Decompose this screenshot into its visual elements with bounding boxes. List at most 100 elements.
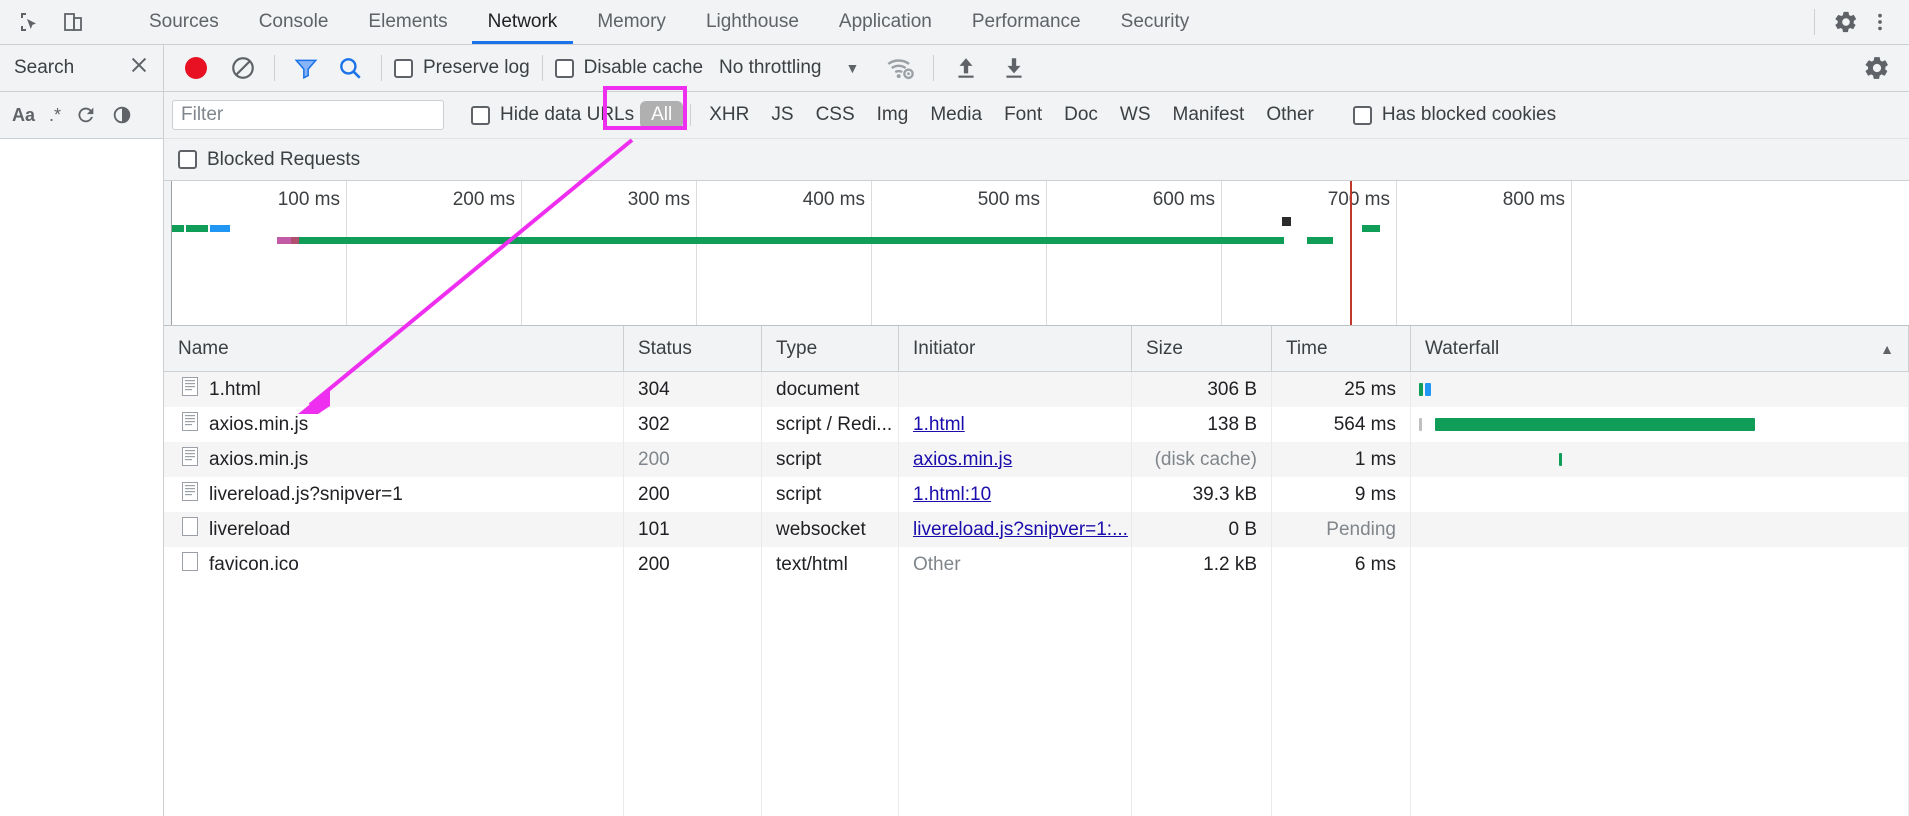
overview-tick: 800 ms xyxy=(1397,181,1572,325)
table-row[interactable]: livereload.js?snipver=1 200 script 1.htm… xyxy=(164,477,1909,512)
row-waterfall-cell xyxy=(1411,477,1909,512)
disable-cache-box[interactable] xyxy=(554,58,574,78)
column-header-size[interactable]: Size xyxy=(1132,326,1272,371)
column-header-time[interactable]: Time xyxy=(1272,326,1411,371)
hide-data-urls-checkbox[interactable]: Hide data URLs xyxy=(471,104,634,126)
filter-type-xhr[interactable]: XHR xyxy=(698,101,760,129)
row-type-cell: websocket xyxy=(762,512,899,547)
network-conditions-icon[interactable] xyxy=(881,49,921,87)
record-button[interactable] xyxy=(176,48,216,88)
row-initiator-cell[interactable]: axios.min.js xyxy=(899,442,1132,477)
row-name-cell[interactable]: livereload.js?snipver=1 xyxy=(164,477,624,512)
filter-type-all[interactable]: All xyxy=(640,101,684,129)
filter-input[interactable] xyxy=(172,100,444,130)
network-toolbar: Preserve log Disable cache No throttling… xyxy=(164,45,1909,92)
row-initiator-link[interactable]: 1.html xyxy=(913,414,965,436)
overview-canvas[interactable]: 100 ms 200 ms 300 ms 400 ms 500 ms 600 m… xyxy=(172,181,1909,325)
refresh-button[interactable] xyxy=(75,104,97,126)
search-icon[interactable] xyxy=(331,49,369,87)
row-initiator-link[interactable]: axios.min.js xyxy=(913,449,1012,471)
disable-cache-checkbox[interactable]: Disable cache xyxy=(554,57,703,79)
filter-type-media[interactable]: Media xyxy=(919,101,993,129)
has-blocked-cookies-box[interactable] xyxy=(1352,105,1372,125)
row-name-cell[interactable]: axios.min.js xyxy=(164,442,624,477)
table-row[interactable]: axios.min.js 302 script / Redi... 1.html… xyxy=(164,407,1909,442)
column-header-waterfall[interactable]: Waterfall ▲ xyxy=(1411,326,1909,371)
blocked-requests-checkbox[interactable]: Blocked Requests xyxy=(178,149,360,171)
tab-lighthouse[interactable]: Lighthouse xyxy=(686,0,819,44)
row-waterfall-cell xyxy=(1411,407,1909,442)
hide-data-urls-label: Hide data URLs xyxy=(500,104,635,125)
column-header-type[interactable]: Type xyxy=(762,326,899,371)
overview-request-bar xyxy=(172,225,184,232)
filter-type-font[interactable]: Font xyxy=(993,101,1053,129)
row-name-cell[interactable]: favicon.ico xyxy=(164,547,624,582)
export-har-icon[interactable] xyxy=(994,49,1034,87)
tab-elements[interactable]: Elements xyxy=(348,0,467,44)
row-status-cell: 200 xyxy=(624,547,762,582)
requests-table-header: Name Status Type Initiator Size Time Wat… xyxy=(164,326,1909,372)
match-case-toggle[interactable]: Aa xyxy=(12,105,35,126)
row-name-text: 1.html xyxy=(209,378,261,400)
filter-type-css[interactable]: CSS xyxy=(805,101,866,129)
clear-button[interactable] xyxy=(224,49,262,87)
row-size-cell: 0 B xyxy=(1132,512,1272,547)
network-overview[interactable]: 100 ms 200 ms 300 ms 400 ms 500 ms 600 m… xyxy=(164,181,1909,326)
document-icon xyxy=(182,482,198,507)
column-header-initiator[interactable]: Initiator xyxy=(899,326,1132,371)
filter-funnel-icon[interactable] xyxy=(287,49,325,87)
regex-toggle[interactable]: .* xyxy=(49,105,61,126)
tab-network[interactable]: Network xyxy=(468,0,578,44)
device-toolbar-icon[interactable] xyxy=(58,7,88,37)
preserve-log-box[interactable] xyxy=(394,58,413,78)
close-icon[interactable] xyxy=(128,54,150,82)
network-filterbar: Hide data URLs All XHR JS CSS Img Media … xyxy=(164,92,1909,139)
tab-console[interactable]: Console xyxy=(239,0,349,44)
tab-memory[interactable]: Memory xyxy=(577,0,686,44)
table-row[interactable]: favicon.ico 200 text/html Other 1.2 kB 6… xyxy=(164,547,1909,582)
row-initiator-cell[interactable]: 1.html xyxy=(899,407,1132,442)
row-initiator-link[interactable]: 1.html:10 xyxy=(913,484,991,506)
overview-left-handle[interactable] xyxy=(164,181,172,325)
more-vertical-icon[interactable] xyxy=(1865,7,1895,37)
row-status-cell: 200 xyxy=(624,477,762,512)
filter-type-other[interactable]: Other xyxy=(1255,101,1325,129)
hide-data-urls-box[interactable] xyxy=(471,105,490,125)
filter-type-ws[interactable]: WS xyxy=(1109,101,1162,129)
row-initiator-cell[interactable]: livereload.js?snipver=1:... xyxy=(899,512,1132,547)
row-type-cell: script / Redi... xyxy=(762,407,899,442)
filter-type-img[interactable]: Img xyxy=(866,101,920,129)
table-row[interactable]: livereload 101 websocket livereload.js?s… xyxy=(164,512,1909,547)
tab-performance[interactable]: Performance xyxy=(952,0,1101,44)
toolbar-divider-4 xyxy=(933,55,935,81)
column-header-status[interactable]: Status xyxy=(624,326,762,371)
tab-application[interactable]: Application xyxy=(819,0,952,44)
throttling-select-value[interactable]: No throttling xyxy=(719,57,821,79)
row-initiator-cell[interactable]: 1.html:10 xyxy=(899,477,1132,512)
filter-type-js[interactable]: JS xyxy=(760,101,804,129)
column-header-name[interactable]: Name xyxy=(164,326,624,371)
overview-tick: 300 ms xyxy=(522,181,697,325)
gear-icon[interactable] xyxy=(1859,50,1895,86)
row-name-cell[interactable]: axios.min.js xyxy=(164,407,624,442)
clear-button[interactable] xyxy=(111,104,133,126)
sort-ascending-icon: ▲ xyxy=(1880,340,1894,357)
chevron-down-icon[interactable]: ▼ xyxy=(845,60,859,76)
overview-request-bar xyxy=(186,225,208,232)
blocked-requests-box[interactable] xyxy=(178,150,197,169)
gear-icon[interactable] xyxy=(1831,7,1861,37)
table-row[interactable]: axios.min.js 200 script axios.min.js (di… xyxy=(164,442,1909,477)
table-row[interactable]: 1.html 304 document 306 B 25 ms xyxy=(164,372,1909,407)
row-initiator-link[interactable]: livereload.js?snipver=1:... xyxy=(913,519,1128,541)
tab-sources[interactable]: Sources xyxy=(129,0,239,44)
inspect-element-icon[interactable] xyxy=(14,7,44,37)
row-name-cell[interactable]: livereload xyxy=(164,512,624,547)
filter-type-doc[interactable]: Doc xyxy=(1053,101,1109,129)
preserve-log-checkbox[interactable]: Preserve log xyxy=(394,57,530,79)
row-name-cell[interactable]: 1.html xyxy=(164,372,624,407)
tab-security[interactable]: Security xyxy=(1101,0,1210,44)
row-initiator-cell: Other xyxy=(899,547,1132,582)
import-har-icon[interactable] xyxy=(946,49,986,87)
filter-type-manifest[interactable]: Manifest xyxy=(1162,101,1256,129)
has-blocked-cookies-checkbox[interactable]: Has blocked cookies xyxy=(1352,104,1556,126)
